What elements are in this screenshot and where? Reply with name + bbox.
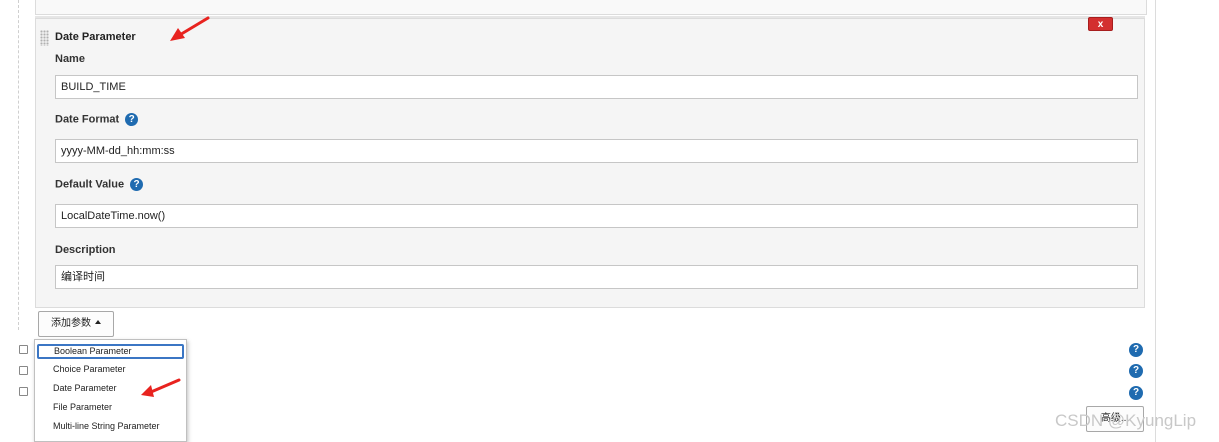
- add-parameter-label: 添加参数: [51, 318, 91, 329]
- default-value-row: Default Value?: [55, 178, 144, 191]
- date-format-label: Date Format: [55, 113, 120, 126]
- panel-title: Date Parameter: [55, 31, 136, 43]
- delete-button[interactable]: x: [1088, 17, 1113, 31]
- name-label: Name: [55, 53, 85, 65]
- date-format-row: Date Format?: [55, 113, 139, 126]
- help-icon[interactable]: ?: [130, 178, 144, 191]
- description-field[interactable]: 编译时间: [55, 265, 1138, 289]
- help-icon[interactable]: ?: [1129, 364, 1143, 378]
- help-icon[interactable]: ?: [125, 113, 139, 126]
- help-icon[interactable]: ?: [1129, 343, 1143, 357]
- right-border: [1155, 0, 1156, 442]
- name-field[interactable]: BUILD_TIME: [55, 75, 1138, 99]
- option-checkbox[interactable]: [19, 366, 28, 375]
- menu-item-file-parameter[interactable]: File Parameter: [37, 400, 184, 415]
- option-checkbox[interactable]: [19, 345, 28, 354]
- help-icon[interactable]: ?: [1129, 386, 1143, 400]
- previous-section: [35, 0, 1147, 15]
- default-value-label: Default Value: [55, 178, 125, 191]
- annotation-arrow-icon: [170, 16, 210, 41]
- option-checkbox[interactable]: [19, 387, 28, 396]
- caret-up-icon: [95, 320, 101, 325]
- add-parameter-button[interactable]: 添加参数: [38, 311, 114, 337]
- menu-item-multiline-string-parameter[interactable]: Multi-line String Parameter: [37, 419, 184, 434]
- date-format-field[interactable]: yyyy-MM-dd_hh:mm:ss: [55, 139, 1138, 163]
- menu-item-choice-parameter[interactable]: Choice Parameter: [37, 362, 184, 377]
- drag-handle-icon[interactable]: [40, 30, 49, 46]
- menu-item-boolean-parameter[interactable]: Boolean Parameter: [37, 344, 184, 359]
- watermark: CSDN @KyungLip: [1055, 411, 1197, 430]
- description-label: Description: [55, 244, 116, 256]
- default-value-field[interactable]: LocalDateTime.now(): [55, 204, 1138, 228]
- outer-dashed-guide: [18, 0, 19, 330]
- annotation-arrow-icon: [141, 378, 181, 397]
